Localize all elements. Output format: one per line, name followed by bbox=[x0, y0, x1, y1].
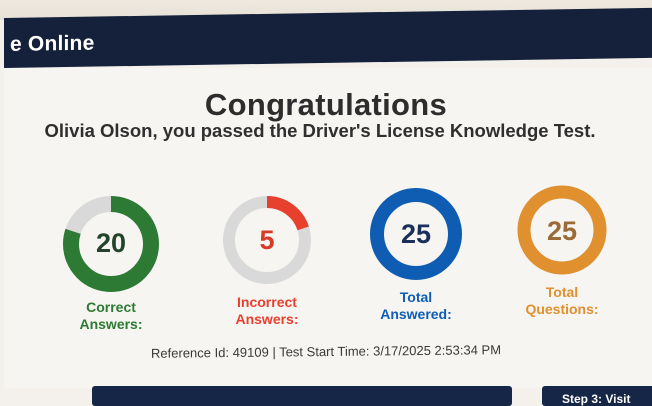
total-answered-label: Total Answered: bbox=[380, 289, 452, 322]
total-questions-label: Total Questions: bbox=[525, 284, 599, 317]
previous-step-button[interactable] bbox=[92, 386, 512, 406]
stat-correct-answers: 20 Correct Answers: bbox=[45, 196, 177, 336]
total-questions-value: 25 bbox=[546, 216, 578, 246]
header-bar: e Online bbox=[4, 7, 652, 68]
correct-answers-label: Correct Answers: bbox=[79, 299, 143, 332]
next-step-label: Step 3: Visit bbox=[562, 392, 631, 406]
stat-total-answered: 25 Total Answered: bbox=[354, 186, 478, 326]
stat-incorrect-answers: 5 Incorrect Answers: bbox=[203, 192, 331, 332]
total-answered-value: 25 bbox=[400, 219, 432, 249]
result-message: Olivia Olson, you passed the Driver's Li… bbox=[44, 120, 596, 141]
stat-total-questions: 25 Total Questions: bbox=[500, 182, 624, 322]
incorrect-answers-label: Incorrect Answers: bbox=[235, 294, 299, 327]
incorrect-answers-value: 5 bbox=[259, 225, 275, 255]
correct-answers-value: 20 bbox=[95, 228, 127, 258]
header-title: e Online bbox=[10, 31, 95, 56]
next-step-button[interactable]: Step 3: Visit bbox=[542, 386, 652, 406]
